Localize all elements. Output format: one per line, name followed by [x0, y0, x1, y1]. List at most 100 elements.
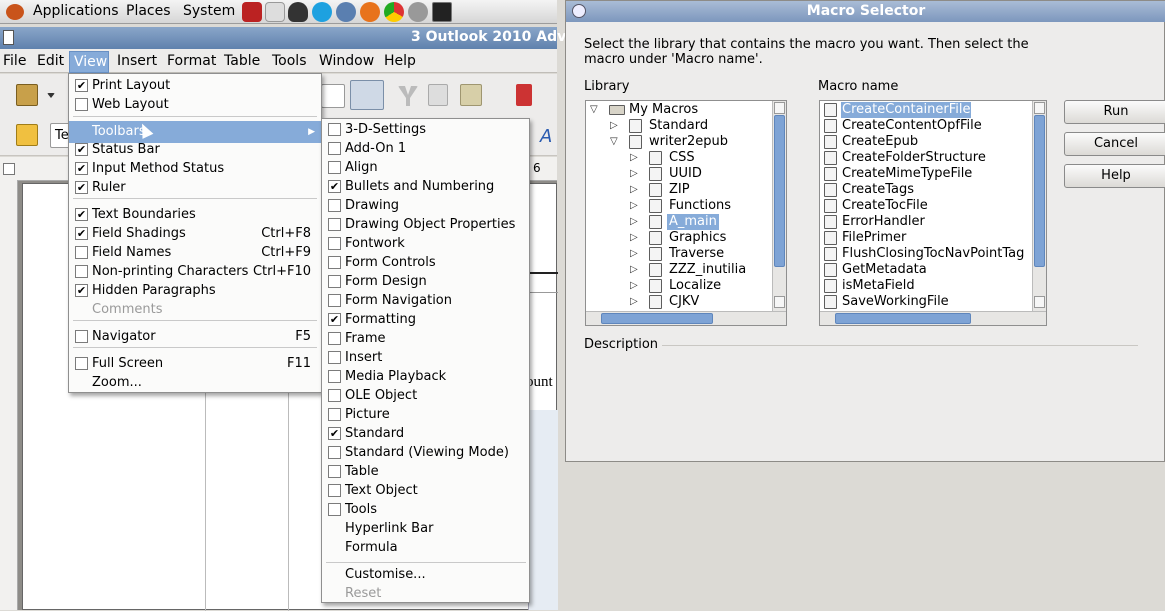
tab-stop-icon[interactable] [3, 163, 15, 175]
view-menu-item-field-names[interactable]: Field Names Ctrl+F9 [69, 243, 321, 262]
toolbar-menu-item-standard[interactable]: ✔ Standard [322, 424, 529, 443]
view-menu-item-status-bar[interactable]: ✔ Status Bar [69, 140, 321, 159]
help-button[interactable]: Help [1064, 164, 1165, 188]
macro-list-item[interactable]: CreateContentOpfFile [820, 118, 1032, 134]
expander-closed-icon[interactable]: ▷ [630, 198, 638, 214]
checkbox-checked-icon[interactable]: ✔ [75, 208, 88, 221]
view-menu-item-zoom[interactable]: Zoom... [69, 373, 321, 392]
library-tree-item[interactable]: ▷ Standard [586, 118, 772, 134]
toolbar-menu-item-add-on-1[interactable]: Add-On 1 [322, 139, 529, 158]
macro-list-item[interactable]: ErrorHandler [820, 214, 1032, 230]
menu-tools[interactable]: Tools [272, 53, 307, 69]
vertical-ruler[interactable] [0, 180, 18, 610]
toolbar-menu-item-form-design[interactable]: Form Design [322, 272, 529, 291]
library-hscrollbar[interactable] [586, 311, 786, 325]
view-menu-item-comments[interactable]: Comments [69, 300, 321, 319]
toolbar-menu-item-ole-object[interactable]: OLE Object [322, 386, 529, 405]
checkbox-checked-icon[interactable]: ✔ [75, 79, 88, 92]
foot-logo-icon[interactable] [6, 4, 24, 20]
expander-closed-icon[interactable]: ▷ [630, 166, 638, 182]
view-menu-item-input-method-status[interactable]: ✔ Input Method Status [69, 159, 321, 178]
applications-menu[interactable]: Applications [33, 3, 119, 19]
macro-hscrollbar[interactable] [820, 311, 1046, 325]
toolbar-menu-item-3-d-settings[interactable]: 3-D-Settings [322, 120, 529, 139]
dialog-menu-icon[interactable] [572, 4, 586, 18]
expander-closed-icon[interactable]: ▷ [630, 214, 638, 230]
scroll-down-icon[interactable] [1034, 296, 1045, 308]
library-tree-item[interactable]: ▷ Graphics [586, 230, 772, 246]
macro-list-item[interactable]: FlushClosingTocNavPointTag [820, 246, 1032, 262]
checkbox-icon[interactable] [328, 389, 341, 402]
checkbox-icon[interactable] [75, 98, 88, 111]
firefox-icon[interactable] [360, 2, 380, 22]
macro-list-item[interactable]: GetMetadata [820, 262, 1032, 278]
run-button[interactable]: Run [1064, 100, 1165, 124]
macro-list-item[interactable]: CreateTocFile [820, 198, 1032, 214]
macro-list-item[interactable]: CreateEpub [820, 134, 1032, 150]
toolbar-menu-item-formula[interactable]: Formula [322, 538, 529, 557]
view-menu-item-hidden-paragraphs[interactable]: ✔ Hidden Paragraphs [69, 281, 321, 300]
checkbox-icon[interactable] [328, 237, 341, 250]
expander-closed-icon[interactable]: ▷ [630, 150, 638, 166]
toolbar-menu-item-text-object[interactable]: Text Object [322, 481, 529, 500]
checkbox-icon[interactable] [75, 246, 88, 259]
places-menu[interactable]: Places [126, 3, 171, 19]
expander-closed-icon[interactable]: ▷ [610, 118, 618, 134]
view-menu-item-navigator[interactable]: Navigator F5 [69, 327, 321, 346]
checkbox-icon[interactable] [75, 265, 88, 278]
view-menu-item-non-printing-characters[interactable]: Non-printing Characters Ctrl+F10 [69, 262, 321, 281]
macro-list-item[interactable]: CreateTags [820, 182, 1032, 198]
library-tree-item[interactable]: ▷ ZIP [586, 182, 772, 198]
expander-closed-icon[interactable]: ▷ [630, 278, 638, 294]
expander-closed-icon[interactable]: ▷ [630, 182, 638, 198]
globe-icon[interactable] [408, 2, 428, 22]
macro-name-list[interactable]: CreateContainerFile CreateContentOpfFile C… [819, 100, 1047, 326]
library-tree-item[interactable]: ▷ Localize [586, 278, 772, 294]
filezilla-icon[interactable] [242, 2, 262, 22]
toolbar-menu-item-picture[interactable]: Picture [322, 405, 529, 424]
toolbar-menu-item-tools[interactable]: Tools [322, 500, 529, 519]
checkbox-checked-icon[interactable]: ✔ [75, 227, 88, 240]
checkbox-icon[interactable] [328, 123, 341, 136]
checkbox-icon[interactable] [328, 294, 341, 307]
checkbox-icon[interactable] [328, 503, 341, 516]
skype-icon[interactable] [312, 2, 332, 22]
copy-icon[interactable] [428, 84, 448, 106]
menu-help[interactable]: Help [384, 53, 416, 69]
checkbox-icon[interactable] [328, 199, 341, 212]
library-tree-item[interactable]: ▷ CJKV [586, 294, 772, 310]
macro-scroll-thumb[interactable] [1034, 115, 1045, 267]
checkbox-icon[interactable] [75, 330, 88, 343]
format-paintbrush-icon[interactable] [516, 84, 532, 106]
checkbox-icon[interactable] [328, 465, 341, 478]
checkbox-icon[interactable] [328, 142, 341, 155]
expander-open-icon[interactable]: ▽ [610, 134, 618, 150]
library-tree-item[interactable]: ▷ Traverse [586, 246, 772, 262]
view-menu-item-field-shadings[interactable]: ✔ Field Shadings Ctrl+F8 [69, 224, 321, 243]
toolbar-menu-item-align[interactable]: Align [322, 158, 529, 177]
toolbar-menu-item-drawing-object-properties[interactable]: Drawing Object Properties [322, 215, 529, 234]
checkbox-icon[interactable] [328, 370, 341, 383]
terminal-icon[interactable] [432, 2, 452, 22]
notes-icon[interactable] [265, 2, 285, 22]
library-tree-item[interactable]: ▽ My Macros [586, 102, 772, 118]
checkbox-icon[interactable] [328, 351, 341, 364]
library-tree-item[interactable]: ▷ A_main [586, 214, 772, 230]
view-menu-item-full-screen[interactable]: Full Screen F11 [69, 354, 321, 373]
menu-format[interactable]: Format [167, 53, 216, 69]
menu-table[interactable]: Table [224, 53, 260, 69]
checkbox-icon[interactable] [328, 332, 341, 345]
font-color-icon[interactable]: A [540, 126, 552, 147]
library-vscrollbar[interactable] [772, 101, 786, 311]
checkbox-checked-icon[interactable]: ✔ [328, 427, 341, 440]
checkbox-icon[interactable] [328, 446, 341, 459]
checkbox-checked-icon[interactable]: ✔ [328, 180, 341, 193]
checkbox-icon[interactable] [328, 161, 341, 174]
toolbar-menu-item-table[interactable]: Table [322, 462, 529, 481]
checkbox-checked-icon[interactable]: ✔ [75, 162, 88, 175]
toolbar-menu-item-insert[interactable]: Insert [322, 348, 529, 367]
styles-icon[interactable] [16, 124, 38, 146]
cancel-button[interactable]: Cancel [1064, 132, 1165, 156]
checkbox-icon[interactable] [328, 256, 341, 269]
menu-file[interactable]: File [3, 53, 26, 69]
